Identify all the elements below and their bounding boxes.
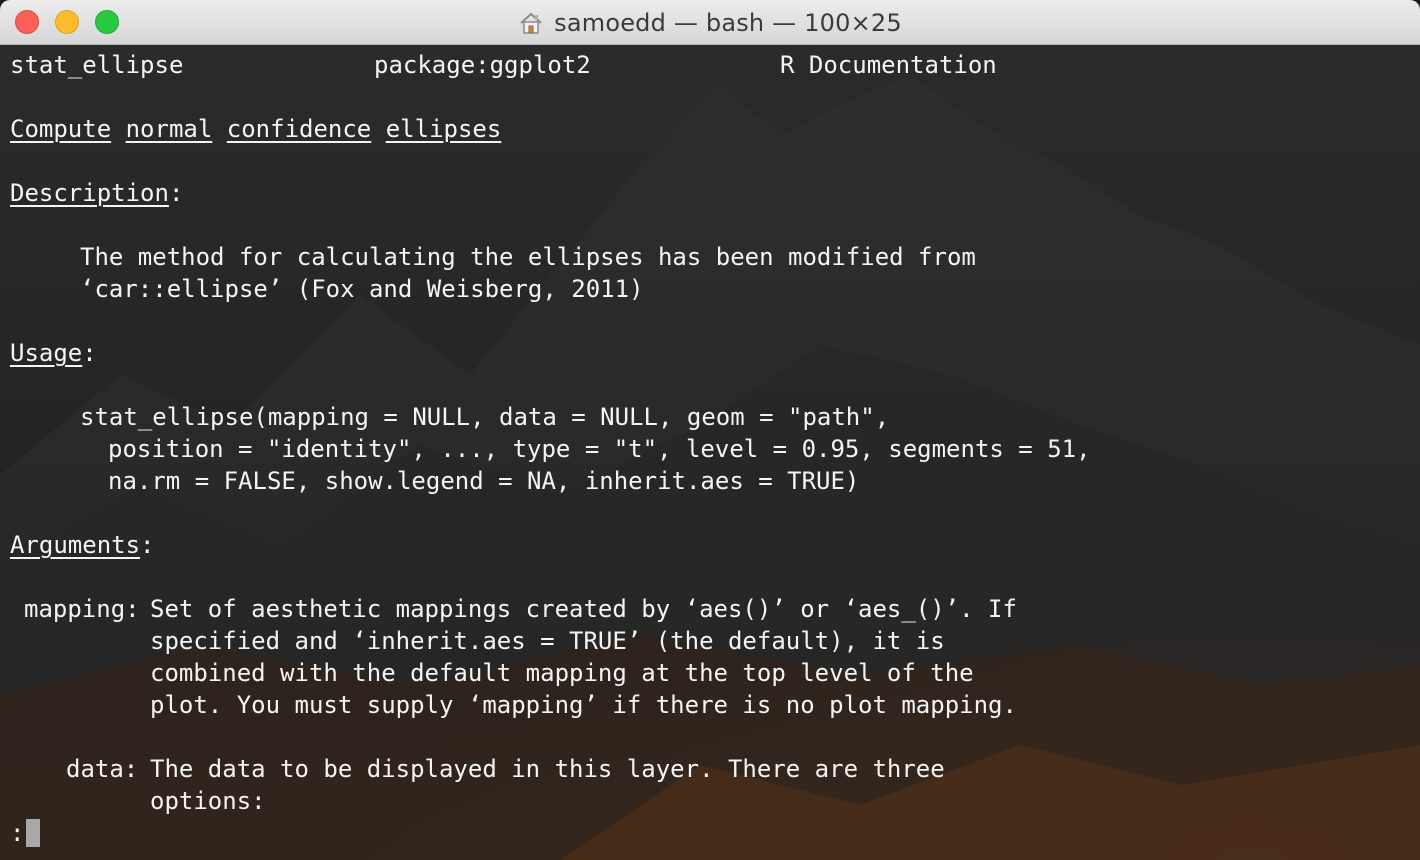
description-heading: Description: [10, 177, 183, 209]
home-icon [520, 12, 542, 34]
argument-name: mapping: [24, 593, 140, 625]
description-line: The method for calculating the ellipses … [80, 243, 976, 271]
pager-prompt[interactable]: : [10, 817, 41, 849]
heading-word: ellipses [385, 115, 502, 143]
heading-word: normal [125, 115, 213, 143]
argument-desc-line: specified and ‘inherit.aes = TRUE’ (the … [150, 627, 945, 655]
description-line: ‘car::ellipse’ (Fox and Weisberg, 2011) [80, 275, 644, 303]
header-line: stat_ellipse package:ggplot2 R Documentati… [10, 49, 997, 81]
argument-name-text: mapping [24, 595, 126, 623]
window-title-group: samoedd — bash — 100×25 [0, 0, 1420, 45]
doc-heading: Compute normal confidence ellipses [10, 113, 501, 145]
argument-desc-line: options: [150, 787, 266, 815]
argument-desc-line: combined with the default mapping at the… [150, 659, 974, 687]
section-colon: : [82, 339, 97, 367]
title-bar[interactable]: samoedd — bash — 100×25 [0, 0, 1420, 45]
terminal-screen: stat_ellipse package:ggplot2 R Documentati… [0, 45, 1420, 860]
heading-word: confidence [226, 115, 372, 143]
argument-desc-line: The data to be displayed in this layer. … [150, 755, 945, 783]
section-colon: : [168, 179, 184, 207]
argument-colon: : [125, 595, 140, 623]
usage-line: stat_ellipse(mapping = NULL, data = NULL… [80, 403, 890, 431]
argument-name: data: [66, 753, 138, 785]
window-title: samoedd — bash — 100×25 [554, 8, 902, 37]
argument-desc-line: plot. You must supply ‘mapping’ if there… [150, 691, 1017, 719]
section-description: Description [10, 179, 169, 207]
argument-colon: : [123, 755, 139, 783]
prompt-text: : [10, 819, 25, 847]
usage-line: na.rm = FALSE, show.legend = NA, inherit… [108, 467, 860, 495]
terminal-window: samoedd — bash — 100×25 stat_ellipse pack… [0, 0, 1420, 860]
usage-line: position = "identity", ..., type = "t", … [108, 435, 1091, 463]
terminal-content[interactable]: stat_ellipse package:ggplot2 R Documentati… [0, 45, 1420, 860]
argument-desc-line: Set of aesthetic mappings created by ‘ae… [150, 595, 1017, 623]
header-topic: stat_ellipse [10, 51, 184, 79]
header-doc: R Documentation [780, 51, 997, 79]
header-package: package:ggplot2 [374, 51, 591, 79]
section-usage: Usage [10, 339, 83, 367]
text-cursor [26, 819, 41, 847]
usage-heading: Usage: [10, 337, 97, 369]
argument-name-text: data [66, 755, 124, 783]
section-colon: : [140, 531, 155, 559]
section-arguments: Arguments [10, 531, 141, 559]
heading-word: Compute [10, 115, 112, 143]
arguments-heading: Arguments: [10, 529, 155, 561]
